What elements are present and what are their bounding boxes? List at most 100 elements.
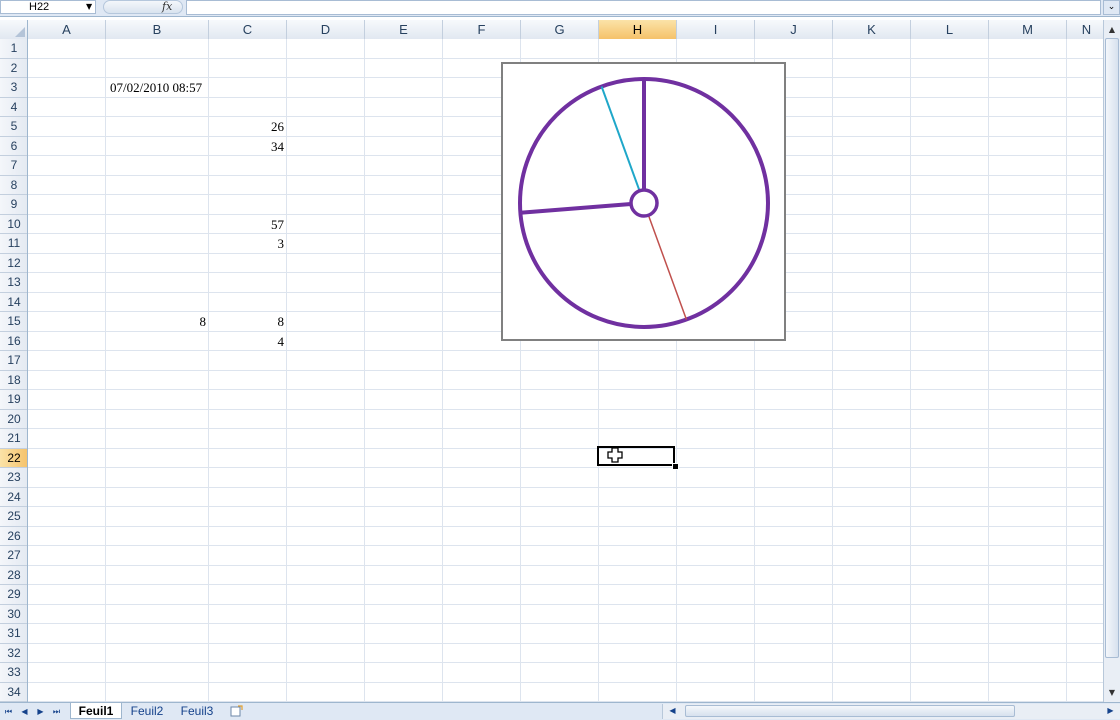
column-header-i[interactable]: I [677, 20, 755, 39]
last-sheet-icon[interactable]: ⏭ [50, 705, 63, 718]
second-hand [647, 214, 688, 320]
plus-cursor-icon [607, 447, 623, 463]
row-header-11[interactable]: 11 [0, 234, 27, 254]
row-header-5[interactable]: 5 [0, 117, 27, 137]
row-header-30[interactable]: 30 [0, 605, 27, 624]
row-header-16[interactable]: 16 [0, 332, 27, 351]
cell-c15[interactable]: 8 [209, 312, 287, 331]
column-header-e[interactable]: E [365, 20, 443, 39]
cell-c10[interactable]: 57 [209, 215, 287, 234]
column-header-g[interactable]: G [521, 20, 599, 39]
grid-line [28, 428, 1103, 429]
column-header-j[interactable]: J [755, 20, 833, 39]
row-header-15[interactable]: 15 [0, 312, 27, 332]
sheet-tab-feuil3[interactable]: Feuil3 [174, 703, 220, 719]
fx-icon[interactable]: fx [162, 0, 172, 13]
row-headers: 1 2 3 4 5 6 7 8 9 10 11 12 13 14 15 16 17 18 19 20 21 22 23 24 2… [0, 39, 28, 702]
grid-line [442, 39, 443, 702]
scroll-left-icon[interactable]: ◀ [666, 704, 679, 717]
row-header-28[interactable]: 28 [0, 566, 27, 585]
row-header-27[interactable]: 27 [0, 546, 27, 566]
row-header-7[interactable]: 7 [0, 156, 27, 176]
row-header-12[interactable]: 12 [0, 254, 27, 273]
row-header-26[interactable]: 26 [0, 527, 27, 546]
row-header-6[interactable]: 6 [0, 137, 27, 156]
grid-line [28, 57, 1103, 59]
scroll-right-icon[interactable]: ▶ [1104, 704, 1117, 717]
first-sheet-icon[interactable]: ⏮ [2, 705, 15, 718]
expand-formula-bar-icon[interactable]: ⌄ [1103, 0, 1120, 15]
formula-bar: H22 ▼ fx ⌄ [0, 0, 1120, 17]
row-header-8[interactable]: 8 [0, 176, 27, 195]
row-header-21[interactable]: 21 [0, 429, 27, 449]
grid-line [28, 564, 1103, 566]
column-header-a[interactable]: A [28, 20, 106, 39]
horizontal-scrollbar[interactable]: ◀ ▶ [662, 704, 1120, 719]
row-header-29[interactable]: 29 [0, 585, 27, 605]
row-header-34[interactable]: 34 [0, 683, 27, 702]
hour-hand [520, 202, 632, 215]
vertical-scroll-thumb[interactable] [1105, 38, 1119, 658]
sheet-tab-feuil2[interactable]: Feuil2 [124, 703, 170, 719]
grid-line [28, 603, 1103, 605]
scroll-up-icon[interactable]: ▲ [1105, 22, 1119, 37]
cell-b3[interactable]: 07/02/2010 08:57 [106, 78, 213, 97]
cell-c6[interactable]: 34 [209, 137, 287, 156]
column-header-m[interactable]: M [989, 20, 1067, 39]
column-header-d[interactable]: D [287, 20, 365, 39]
row-header-31[interactable]: 31 [0, 624, 27, 644]
row-header-4[interactable]: 4 [0, 98, 27, 117]
grid-line [28, 467, 1103, 468]
row-header-17[interactable]: 17 [0, 351, 27, 371]
worksheet-grid[interactable]: 07/02/2010 08:57 26 34 57 3 8 8 4 [28, 39, 1103, 702]
column-header-k[interactable]: K [833, 20, 911, 39]
row-header-3[interactable]: 3 [0, 78, 27, 98]
row-header-10[interactable]: 10 [0, 215, 27, 234]
prev-sheet-icon[interactable]: ◀ [18, 705, 31, 718]
row-header-22[interactable]: 22 [0, 448, 27, 468]
grid-line [28, 350, 1103, 351]
row-header-1[interactable]: 1 [0, 39, 27, 59]
formula-input[interactable] [186, 0, 1101, 15]
sheet-tab-bar: ⏮ ◀ ▶ ⏭ Feuil1 Feuil2 Feuil3 ◀ ▶ [0, 702, 1120, 720]
fill-handle[interactable] [672, 463, 679, 470]
insert-sheet-icon[interactable] [230, 705, 244, 717]
cell-c16[interactable]: 4 [209, 332, 287, 351]
column-header-c[interactable]: C [209, 20, 287, 39]
row-header-2[interactable]: 2 [0, 59, 27, 78]
horizontal-scroll-thumb[interactable] [685, 705, 1015, 717]
scroll-down-icon[interactable]: ▼ [1105, 685, 1119, 700]
clock-chart[interactable] [501, 62, 786, 341]
grid-line [28, 662, 1103, 663]
row-header-14[interactable]: 14 [0, 293, 27, 312]
clock-center-hub [629, 188, 659, 218]
sheet-tab-feuil1[interactable]: Feuil1 [70, 703, 122, 719]
column-header-h[interactable]: H [599, 20, 677, 39]
column-header-l[interactable]: L [911, 20, 989, 39]
row-header-9[interactable]: 9 [0, 195, 27, 215]
cell-c5[interactable]: 26 [209, 117, 287, 136]
column-header-b[interactable]: B [106, 20, 209, 39]
grid-line [910, 39, 911, 702]
cell-c11[interactable]: 3 [209, 234, 287, 253]
column-headers: ABCDEFGHIJKLMN [0, 20, 1103, 40]
row-header-23[interactable]: 23 [0, 468, 27, 488]
row-header-19[interactable]: 19 [0, 390, 27, 410]
row-header-18[interactable]: 18 [0, 371, 27, 390]
name-box[interactable]: H22 [0, 0, 96, 14]
select-all-button[interactable] [0, 20, 28, 39]
chevron-down-icon[interactable]: ▼ [86, 2, 92, 11]
row-header-33[interactable]: 33 [0, 663, 27, 683]
row-header-13[interactable]: 13 [0, 273, 27, 293]
column-header-n[interactable]: N [1067, 20, 1103, 39]
auxiliary-hand [600, 86, 641, 192]
next-sheet-icon[interactable]: ▶ [34, 705, 47, 718]
grid-line [105, 39, 106, 702]
cell-b15[interactable]: 8 [106, 312, 209, 331]
row-header-20[interactable]: 20 [0, 410, 27, 429]
row-header-32[interactable]: 32 [0, 644, 27, 663]
row-header-24[interactable]: 24 [0, 488, 27, 507]
column-header-f[interactable]: F [443, 20, 521, 39]
row-header-25[interactable]: 25 [0, 507, 27, 527]
vertical-scrollbar[interactable]: ▲ ▼ [1103, 20, 1120, 702]
